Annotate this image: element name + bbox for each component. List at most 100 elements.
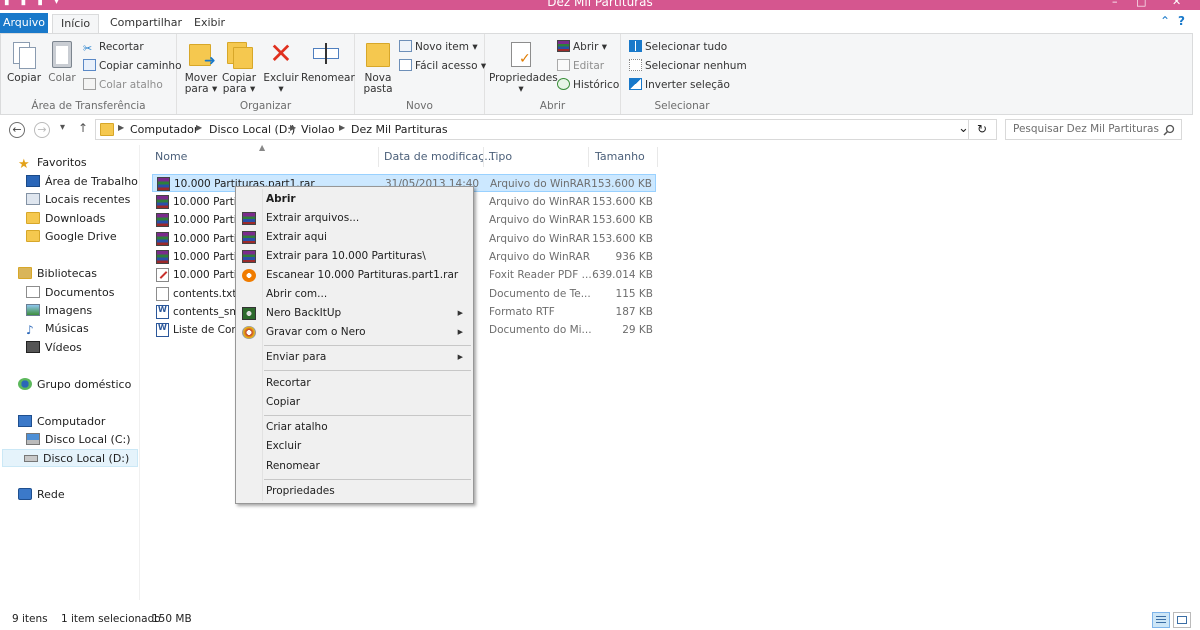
group-label-new: Novo bbox=[406, 100, 433, 112]
winrar-icon bbox=[557, 40, 570, 52]
menu-item-send-to[interactable]: Enviar para ▶ bbox=[238, 348, 471, 367]
breadcrumb-disk-d[interactable]: Disco Local (D:) bbox=[209, 123, 295, 136]
rename-button[interactable]: Renomear bbox=[301, 38, 355, 84]
menu-item-scan[interactable]: Escanear 10.000 Partituras.part1.rar bbox=[238, 266, 471, 285]
properties-button[interactable]: ✓ Propriedades ▾ bbox=[489, 38, 558, 95]
copy-path-button[interactable]: Copiar caminho bbox=[83, 57, 182, 75]
tab-view[interactable]: Exibir bbox=[186, 14, 233, 34]
collapse-ribbon-icon[interactable]: ⌃ bbox=[1160, 14, 1170, 28]
nav-disk-d[interactable]: Disco Local (D:) bbox=[2, 449, 138, 467]
menu-item-cut[interactable]: Recortar bbox=[238, 374, 471, 393]
tab-share[interactable]: Compartilhar bbox=[102, 14, 190, 34]
desktop-icon bbox=[26, 175, 40, 187]
ribbon: Copiar Colar ✂ Recortar Copiar caminho Co… bbox=[0, 33, 1193, 115]
menu-item-delete[interactable]: Excluir bbox=[238, 437, 471, 456]
paste-shortcut-button[interactable]: Colar atalho bbox=[83, 76, 163, 94]
column-header-name[interactable]: Nome bbox=[155, 150, 187, 163]
minimize-button[interactable]: – bbox=[1112, 0, 1118, 8]
nav-recent-places[interactable]: Locais recentes bbox=[26, 191, 130, 209]
nav-videos[interactable]: Vídeos bbox=[26, 339, 82, 357]
column-header-type[interactable]: Tipo bbox=[489, 150, 512, 163]
nav-documents[interactable]: Documentos bbox=[26, 284, 114, 302]
copy-to-button[interactable]: Copiar para ▾ bbox=[221, 38, 257, 95]
column-divider[interactable] bbox=[483, 147, 484, 167]
nero-burn-icon bbox=[242, 326, 256, 339]
nav-google-drive[interactable]: Google Drive bbox=[26, 228, 117, 246]
menu-item-copy[interactable]: Copiar bbox=[238, 393, 471, 412]
column-divider[interactable] bbox=[588, 147, 589, 167]
images-icon bbox=[26, 304, 40, 316]
rar-icon bbox=[157, 177, 170, 191]
address-box[interactable]: ▶ Computador ▶ Disco Local (D:) ▶ Violao… bbox=[95, 119, 997, 140]
copy-button[interactable]: Copiar bbox=[5, 38, 43, 84]
forward-button[interactable]: → bbox=[34, 122, 50, 138]
nav-libraries[interactable]: Bibliotecas bbox=[18, 265, 97, 283]
nav-homegroup[interactable]: Grupo doméstico bbox=[18, 376, 131, 394]
delete-button[interactable]: ✕ Excluir ▾ bbox=[263, 38, 299, 95]
new-item-button[interactable]: Novo item ▾ bbox=[399, 38, 478, 56]
nav-images[interactable]: Imagens bbox=[26, 302, 92, 320]
select-none-button[interactable]: Selecionar nenhum bbox=[629, 57, 747, 75]
move-to-button[interactable]: ➜ Mover para ▾ bbox=[183, 38, 219, 95]
nav-downloads[interactable]: Downloads bbox=[26, 210, 105, 228]
large-icons-view-button[interactable] bbox=[1173, 612, 1191, 628]
edit-button[interactable]: Editar bbox=[557, 57, 604, 75]
menu-item-open-with[interactable]: Abrir com... bbox=[238, 285, 471, 304]
menu-item-burn-nero[interactable]: Gravar com o Nero ▶ bbox=[238, 323, 471, 342]
nav-favorites[interactable]: ★ Favoritos bbox=[18, 154, 87, 172]
up-button[interactable]: ↑ bbox=[78, 121, 88, 135]
help-icon[interactable]: ? bbox=[1178, 14, 1185, 28]
breadcrumb-violao[interactable]: Violao bbox=[301, 123, 335, 136]
history-button[interactable]: Histórico bbox=[557, 76, 619, 94]
status-bar: 9 itens 1 item selecionado 150 MB bbox=[0, 612, 1200, 630]
status-item-count: 9 itens bbox=[12, 613, 48, 625]
new-item-icon bbox=[399, 40, 412, 52]
ribbon-tabs: Arquivo Início Compartilhar Exibir ⌃ ? bbox=[0, 10, 1200, 34]
breadcrumb-current[interactable]: Dez Mil Partituras bbox=[351, 123, 448, 136]
nav-desktop[interactable]: Área de Trabalho bbox=[26, 173, 138, 191]
details-view-button[interactable] bbox=[1152, 612, 1170, 628]
address-divider bbox=[968, 120, 969, 139]
refresh-icon[interactable]: ↻ bbox=[977, 122, 987, 136]
disk-d-icon bbox=[24, 455, 38, 462]
nav-computer[interactable]: Computador bbox=[18, 413, 105, 431]
nav-music[interactable]: ♪ Músicas bbox=[26, 320, 89, 338]
menu-item-extract-files[interactable]: Extrair arquivos... bbox=[238, 209, 471, 228]
paste-button[interactable]: Colar bbox=[45, 38, 79, 84]
open-button[interactable]: Abrir ▾ bbox=[557, 38, 607, 56]
menu-item-properties[interactable]: Propriedades bbox=[238, 482, 471, 501]
computer-icon bbox=[18, 415, 32, 427]
column-header-size[interactable]: Tamanho bbox=[595, 150, 645, 163]
recent-locations-button[interactable]: ▾ bbox=[60, 122, 65, 133]
nav-disk-c[interactable]: Disco Local (C:) bbox=[26, 431, 131, 449]
column-divider[interactable] bbox=[657, 147, 658, 167]
winrar-icon bbox=[242, 212, 256, 225]
menu-item-open[interactable]: Abrir bbox=[238, 190, 471, 209]
invert-selection-button[interactable]: Inverter seleção bbox=[629, 76, 730, 94]
videos-icon bbox=[26, 341, 40, 353]
select-all-button[interactable]: Selecionar tudo bbox=[629, 38, 727, 56]
rar-icon bbox=[156, 250, 169, 264]
menu-item-create-shortcut[interactable]: Criar atalho bbox=[238, 418, 471, 437]
column-divider[interactable] bbox=[378, 147, 379, 167]
column-header-date[interactable]: Data de modificaç... bbox=[384, 150, 495, 163]
search-input[interactable]: Pesquisar Dez Mil Partituras bbox=[1005, 119, 1182, 140]
tab-home[interactable]: Início bbox=[52, 14, 100, 34]
cut-button[interactable]: ✂ Recortar bbox=[83, 38, 144, 56]
group-label-select: Selecionar bbox=[654, 100, 710, 112]
menu-item-extract-here[interactable]: Extrair aqui bbox=[238, 228, 471, 247]
breadcrumb-computer[interactable]: Computador bbox=[130, 123, 198, 136]
maximize-button[interactable]: □ bbox=[1136, 0, 1146, 8]
google-drive-icon bbox=[26, 230, 40, 242]
menu-item-rename[interactable]: Renomear bbox=[238, 457, 471, 476]
tab-file[interactable]: Arquivo bbox=[0, 13, 48, 33]
back-button[interactable]: ← bbox=[9, 122, 25, 138]
close-button[interactable]: ✕ bbox=[1172, 0, 1181, 8]
nav-network[interactable]: Rede bbox=[18, 486, 65, 504]
easy-access-button[interactable]: Fácil acesso ▾ bbox=[399, 57, 486, 75]
menu-item-extract-to[interactable]: Extrair para 10.000 Partituras\ bbox=[238, 247, 471, 266]
new-folder-button[interactable]: Nova pasta bbox=[361, 38, 395, 95]
copy-folder-icon bbox=[224, 38, 254, 70]
menu-item-nero-backitup[interactable]: Nero BackItUp ▶ bbox=[238, 304, 471, 323]
group-label-open: Abrir bbox=[539, 100, 566, 112]
